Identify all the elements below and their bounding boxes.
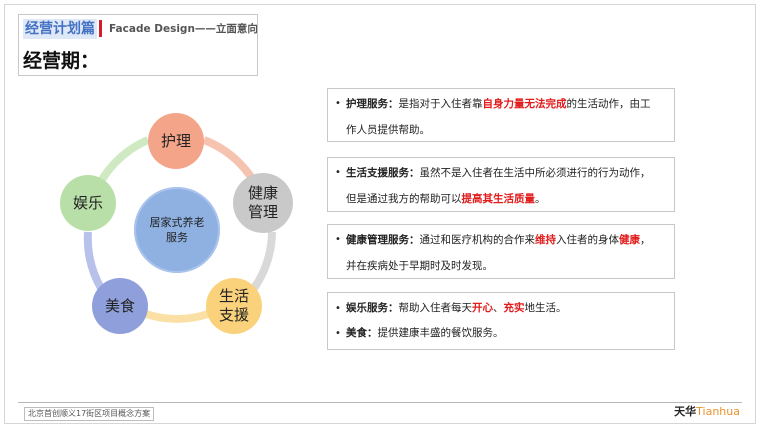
node-care: 护理 (148, 113, 204, 169)
center-node-home-care: 居家式养老 服务 (134, 187, 220, 273)
desc-text: 通过和医疗机构的合作来 (419, 234, 536, 246)
red-divider-bar (99, 20, 102, 37)
desc-text: 但是通过我方的帮助可以 (346, 193, 462, 205)
bullet: • (335, 167, 341, 178)
desc-text: 虽然不是入住者在生活中所必须进行的行为动作， (419, 167, 651, 179)
subtitle: Facade Design——立面意向 (109, 23, 258, 35)
desc-text: 帮助入住者每天 (398, 302, 473, 314)
desc-line: • 娱乐服务：帮助入住者每天开心、充实地生活。 (335, 297, 666, 320)
desc-line: 并在疾病处于早期时及时发现。 (346, 260, 493, 272)
desc-line: 但是通过我方的帮助可以提高其生活质量。 (346, 188, 666, 210)
node-health: 健康 管理 (233, 173, 293, 233)
desc-highlight: 维持 (535, 234, 556, 246)
desc-highlight: 自身力量无法完成 (482, 98, 567, 110)
logo-en-text: Tianhua (696, 405, 740, 418)
desc-box-entertainment-food: • 娱乐服务：帮助入住者每天开心、充实地生活。 • 美食：提供建康丰盛的餐饮服务… (327, 292, 675, 350)
desc-highlight: 健康 (619, 234, 640, 246)
footer-divider (18, 402, 742, 403)
desc-highlight: 开心 (472, 302, 493, 314)
logo-cn-text: 天华 (674, 405, 697, 418)
desc-highlight: 充实 (503, 302, 525, 314)
desc-text: 入住者的身体 (556, 234, 619, 246)
desc-text: 、 (493, 302, 504, 314)
desc-title: 美食： (346, 327, 378, 339)
header-box: 经营计划篇 Facade Design——立面意向 经营期： (18, 14, 258, 76)
desc-title: 娱乐服务： (346, 302, 399, 314)
desc-box-care: • 护理服务：是指对于入住者靠自身力量无法完成的生活动作，由工 作人员提供帮助。 (327, 88, 675, 142)
desc-text: 。 (535, 193, 546, 205)
desc-text: 提供建康丰盛的餐饮服务。 (377, 327, 504, 339)
node-fun-label: 娱乐 (72, 193, 103, 212)
section-tag: 经营计划篇 (23, 19, 97, 39)
center-node-label: 居家式养老 服务 (149, 216, 205, 244)
bullet: • (335, 303, 341, 314)
desc-line: • 美食：提供建康丰盛的餐饮服务。 (335, 322, 666, 345)
desc-highlight: 提高其生活质量 (461, 193, 536, 205)
page-title: 经营期： (23, 50, 100, 72)
node-food: 美食 (92, 278, 148, 334)
bullet: • (335, 98, 341, 109)
node-health-label: 健康 管理 (247, 184, 278, 221)
desc-title: 护理服务： (346, 98, 399, 110)
desc-text: 是指对于入住者靠 (398, 98, 483, 110)
bullet: • (335, 328, 341, 339)
bullet: • (335, 234, 341, 245)
node-care-label: 护理 (160, 131, 191, 150)
desc-title: 健康管理服务： (346, 234, 420, 246)
desc-text: 的生活动作，由工 (566, 98, 651, 110)
tianhua-logo: 天华Tianhua (674, 405, 740, 419)
node-food-label: 美食 (104, 296, 135, 315)
desc-box-health: • 健康管理服务：通过和医疗机构的合作来维持入住者的身体健康， 并在疾病处于早期… (327, 224, 675, 279)
desc-line: • 护理服务：是指对于入住者靠自身力量无法完成的生活动作，由工 (335, 93, 666, 115)
desc-line: 作人员提供帮助。 (346, 124, 430, 136)
arc-life-food (144, 310, 210, 323)
service-cycle-diagram: 居家式养老 服务 护理 健康 管理 生活 支援 美食 娱乐 (40, 100, 310, 350)
desc-box-life-support: • 生活支援服务：虽然不是入住者在生活中所必须进行的行为动作， 但是通过我方的帮… (327, 157, 675, 212)
node-entertainment: 娱乐 (60, 175, 116, 231)
node-life-support: 生活 支援 (206, 278, 262, 334)
desc-line: • 健康管理服务：通过和医疗机构的合作来维持入住者的身体健康， (335, 229, 666, 251)
desc-text: ， (640, 234, 651, 246)
node-life-label: 生活 支援 (218, 287, 249, 324)
desc-text: 地生活。 (524, 302, 567, 314)
footer-project-name: 北京首创顺义17街区项目概念方案 (24, 407, 155, 421)
desc-title: 生活支援服务： (346, 167, 420, 179)
desc-line: • 生活支援服务：虽然不是入住者在生活中所必须进行的行为动作， (335, 162, 666, 184)
